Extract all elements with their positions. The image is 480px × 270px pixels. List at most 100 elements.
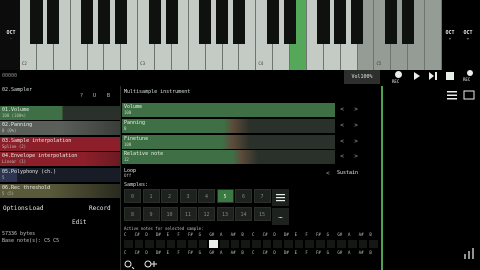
volume-display[interactable]: Vol100% — [344, 70, 380, 84]
note-toggle[interactable] — [252, 240, 261, 248]
sample-list-button[interactable] — [272, 189, 289, 206]
sample-slot[interactable]: 6 — [235, 189, 252, 203]
note-toggle[interactable] — [369, 240, 378, 248]
active-notes-strip[interactable]: C C C# C# D D D# D# E E F F F# F# G G G# G# A A A# A# B B C C C# C#… — [124, 232, 380, 258]
param-envelope-interpolation[interactable]: 04.Envelope interpolation Linear (1) — [0, 152, 120, 166]
black-key[interactable] — [317, 0, 330, 44]
piano-keyboard[interactable]: C2 C3 C4 C5 — [20, 0, 442, 70]
header-icon-help[interactable]: ? — [80, 93, 83, 99]
options-button[interactable]: Options — [3, 205, 28, 212]
octave-up-button-2[interactable]: OCT + — [461, 30, 475, 52]
black-key[interactable] — [266, 0, 279, 44]
slider-volume-inc[interactable]: > — [350, 103, 362, 117]
note-toggle[interactable] — [188, 240, 197, 248]
note-toggle[interactable] — [166, 240, 176, 248]
black-key[interactable] — [233, 0, 246, 44]
param-sample-interpolation[interactable]: 03.Sample interpolation Spline (2) — [0, 137, 120, 151]
param-polyphony[interactable]: 05.Polyphony (ch.) 5 — [0, 168, 120, 182]
sample-slot[interactable]: 2 — [161, 189, 178, 203]
black-key[interactable] — [216, 0, 229, 44]
sample-slot[interactable]: 12 — [198, 207, 215, 221]
note-toggle[interactable] — [198, 240, 208, 248]
loop-control[interactable]: Loop Off — [122, 167, 322, 179]
record-button[interactable]: REC — [392, 70, 405, 86]
sample-slot[interactable]: 7 — [253, 189, 271, 203]
sample-slot[interactable]: 0 — [124, 189, 141, 203]
note-toggle[interactable] — [358, 240, 368, 248]
white-key[interactable] — [425, 0, 442, 70]
param-panning[interactable]: 02.Panning 0 (0%) — [0, 121, 120, 135]
record-pattern-button[interactable]: REC — [462, 70, 478, 86]
add-sample-icon-2[interactable] — [143, 259, 159, 270]
sample-slot[interactable]: 9 — [142, 207, 160, 221]
param-volume[interactable]: 01.Volume 100 (100%) — [0, 106, 120, 120]
note-toggle[interactable] — [145, 240, 154, 248]
black-key[interactable] — [401, 0, 414, 44]
loop-mode-value[interactable]: Sustain — [337, 170, 358, 176]
note-toggle[interactable] — [124, 240, 133, 248]
maximize-button[interactable] — [463, 90, 475, 100]
note-toggle[interactable] — [156, 240, 165, 248]
sample-slot[interactable]: 10 — [161, 207, 178, 221]
slider-panning-inc[interactable]: > — [350, 119, 362, 133]
sample-slot[interactable]: 1 — [142, 189, 160, 203]
black-key[interactable] — [351, 0, 364, 44]
sample-more-button[interactable]: … — [272, 208, 289, 225]
edit-button[interactable]: Edit — [72, 219, 86, 226]
sample-slot[interactable]: 3 — [179, 189, 197, 203]
loop-mode-dec[interactable]: < — [326, 170, 330, 177]
black-key[interactable] — [199, 0, 212, 44]
record-sample-button[interactable]: Record — [89, 205, 111, 212]
level-meter-icon[interactable] — [463, 246, 477, 260]
black-key[interactable] — [165, 0, 178, 44]
sample-slot[interactable]: 4 — [198, 189, 215, 203]
note-toggle[interactable] — [273, 240, 282, 248]
slider-volume[interactable]: Volume 100 — [122, 103, 335, 117]
play-pattern-button[interactable] — [428, 71, 438, 81]
note-toggle[interactable] — [220, 240, 229, 248]
black-key[interactable] — [97, 0, 111, 44]
black-key[interactable] — [148, 0, 161, 44]
slider-panning[interactable]: Panning 0 — [122, 119, 335, 133]
slider-volume-dec[interactable]: < — [336, 103, 348, 117]
note-toggle[interactable] — [209, 240, 218, 248]
note-toggle[interactable] — [262, 240, 272, 248]
note-toggle[interactable] — [284, 240, 293, 248]
octave-up-button[interactable]: OCT + — [443, 30, 457, 52]
note-toggle[interactable] — [134, 240, 144, 248]
black-key[interactable] — [30, 0, 43, 44]
black-key[interactable] — [47, 0, 60, 44]
black-key[interactable] — [384, 0, 398, 44]
load-button[interactable]: Load — [29, 205, 43, 212]
param-rec-threshold[interactable]: 06.Rec threshold 5 (5) — [0, 184, 120, 198]
header-icon-u[interactable]: U — [93, 93, 96, 99]
note-toggle[interactable] — [230, 240, 240, 248]
note-toggle[interactable] — [326, 240, 336, 248]
stop-button[interactable] — [446, 72, 454, 80]
note-toggle[interactable] — [305, 240, 314, 248]
slider-relative-note-inc[interactable]: > — [350, 150, 362, 164]
slider-relative-note[interactable]: Relative note 12 — [122, 150, 335, 164]
add-sample-icon[interactable] — [123, 259, 135, 270]
header-icon-b[interactable]: B — [107, 93, 110, 99]
note-toggle[interactable] — [177, 240, 186, 248]
black-key[interactable] — [114, 0, 127, 44]
sample-slot[interactable]: 11 — [179, 207, 197, 221]
note-toggle[interactable] — [348, 240, 357, 248]
octave-down-button[interactable]: OCT - — [4, 30, 18, 52]
black-key[interactable] — [81, 0, 94, 44]
note-toggle[interactable] — [241, 240, 250, 248]
black-key[interactable] — [334, 0, 347, 44]
sample-slot[interactable]: 14 — [235, 207, 252, 221]
play-song-button[interactable] — [412, 71, 422, 81]
sample-slot[interactable]: 8 — [124, 207, 141, 221]
slider-relative-note-dec[interactable]: < — [336, 150, 348, 164]
sample-slot[interactable]: 5 — [216, 189, 234, 203]
menu-button[interactable] — [446, 90, 458, 100]
sample-slot[interactable]: 13 — [216, 207, 234, 221]
note-toggle[interactable] — [316, 240, 325, 248]
slider-finetune[interactable]: Finetune 100 — [122, 135, 335, 149]
slider-panning-dec[interactable]: < — [336, 119, 348, 133]
note-toggle[interactable] — [294, 240, 304, 248]
note-toggle[interactable] — [337, 240, 346, 248]
